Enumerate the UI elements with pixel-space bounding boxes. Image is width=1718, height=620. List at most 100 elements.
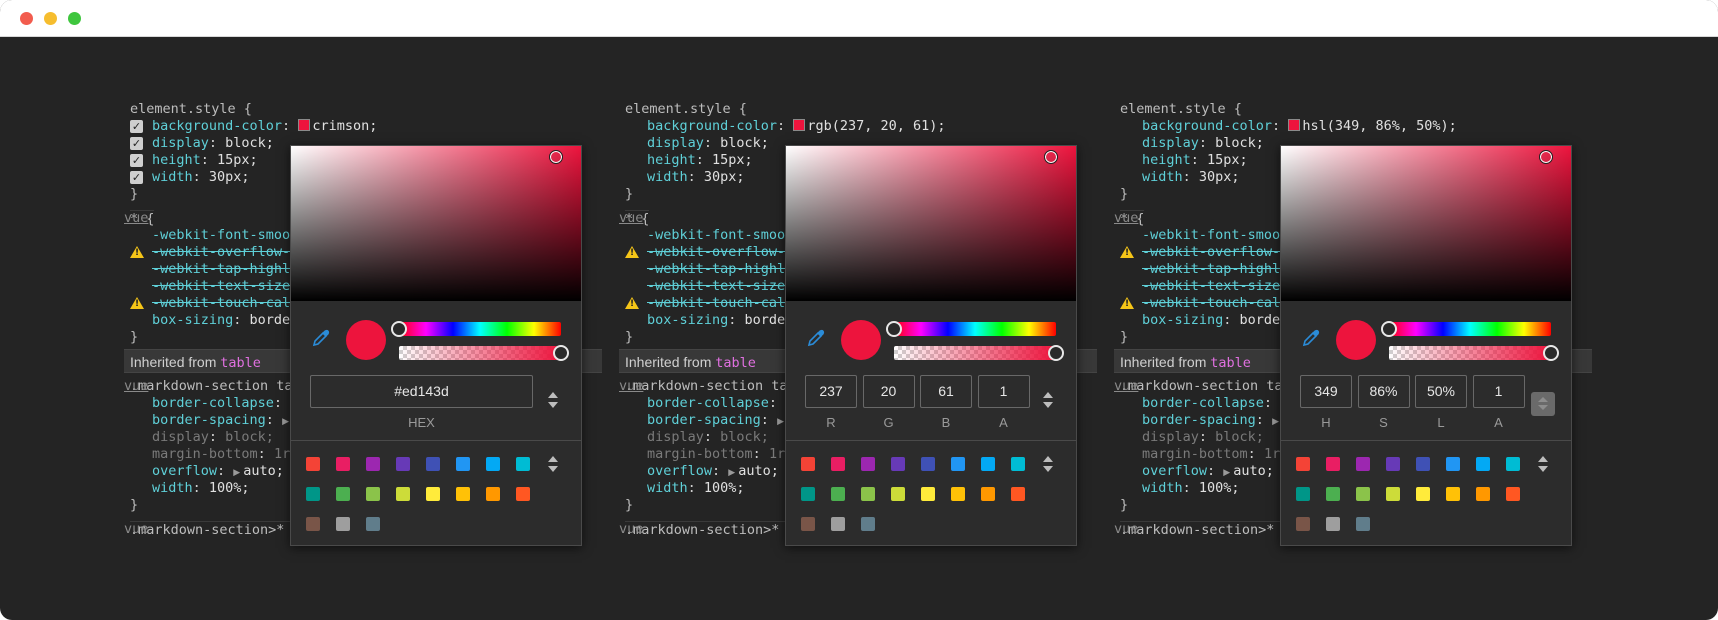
palette-swatch[interactable] <box>516 457 530 471</box>
saturation-spectrum[interactable] <box>1281 146 1571 301</box>
palette-swatch[interactable] <box>336 457 350 471</box>
hue-slider[interactable] <box>894 322 1056 336</box>
hex-input[interactable]: #ed143d <box>310 375 533 408</box>
saturation-spectrum[interactable] <box>786 146 1076 301</box>
palette-swatch[interactable] <box>366 457 380 471</box>
palette-swatch[interactable] <box>1326 457 1340 471</box>
palette-swatch[interactable] <box>861 457 875 471</box>
channel-input-b[interactable]: 61 <box>920 375 972 408</box>
palette-swatch[interactable] <box>1386 457 1400 471</box>
hue-slider-handle[interactable] <box>391 321 407 337</box>
palette-swatch[interactable] <box>951 487 965 501</box>
hue-slider-handle[interactable] <box>886 321 902 337</box>
palette-swatch[interactable] <box>1506 487 1520 501</box>
palette-swatch[interactable] <box>1386 487 1400 501</box>
palette-swatch[interactable] <box>306 457 320 471</box>
property-checkbox[interactable]: ✓ <box>130 120 143 133</box>
palette-stepper[interactable] <box>548 456 558 474</box>
palette-swatch[interactable] <box>336 517 350 531</box>
close-window-button[interactable] <box>20 12 33 25</box>
palette-swatch[interactable] <box>306 487 320 501</box>
hue-slider[interactable] <box>1389 322 1551 336</box>
alpha-slider-handle[interactable] <box>1543 345 1559 361</box>
palette-swatch[interactable] <box>366 487 380 501</box>
palette-swatch[interactable] <box>1506 457 1520 471</box>
palette-swatch[interactable] <box>1011 457 1025 471</box>
palette-swatch[interactable] <box>1296 457 1310 471</box>
palette-swatch[interactable] <box>306 517 320 531</box>
format-stepper[interactable] <box>548 392 558 410</box>
palette-swatch[interactable] <box>366 517 380 531</box>
palette-swatch[interactable] <box>336 487 350 501</box>
palette-swatch[interactable] <box>396 457 410 471</box>
palette-swatch[interactable] <box>1296 487 1310 501</box>
palette-stepper[interactable] <box>1043 456 1053 474</box>
palette-swatch[interactable] <box>1446 487 1460 501</box>
palette-swatch[interactable] <box>921 487 935 501</box>
palette-swatch[interactable] <box>861 487 875 501</box>
palette-swatch[interactable] <box>426 457 440 471</box>
color-swatch[interactable] <box>793 119 806 131</box>
palette-swatch[interactable] <box>831 487 845 501</box>
property-checkbox[interactable]: ✓ <box>130 154 143 167</box>
palette-swatch[interactable] <box>801 517 815 531</box>
hue-slider[interactable] <box>399 322 561 336</box>
format-stepper[interactable] <box>1043 392 1053 410</box>
color-swatch[interactable] <box>298 119 311 131</box>
eyedropper-icon[interactable] <box>1301 328 1321 348</box>
palette-swatch[interactable] <box>1476 457 1490 471</box>
alpha-slider[interactable] <box>399 346 561 360</box>
property-checkbox[interactable]: ✓ <box>130 137 143 150</box>
saturation-spectrum[interactable] <box>291 146 581 301</box>
palette-swatch[interactable] <box>921 457 935 471</box>
minimize-window-button[interactable] <box>44 12 57 25</box>
alpha-slider-handle[interactable] <box>553 345 569 361</box>
alpha-slider[interactable] <box>1389 346 1551 360</box>
palette-swatch[interactable] <box>951 457 965 471</box>
palette-swatch[interactable] <box>1296 517 1310 531</box>
spectrum-handle[interactable] <box>1539 150 1553 164</box>
palette-swatch[interactable] <box>831 517 845 531</box>
palette-swatch[interactable] <box>456 487 470 501</box>
alpha-slider-handle[interactable] <box>1048 345 1064 361</box>
eyedropper-icon[interactable] <box>311 328 331 348</box>
palette-swatch[interactable] <box>981 487 995 501</box>
expand-triangle-icon[interactable]: ▶ <box>1272 414 1279 431</box>
palette-swatch[interactable] <box>1446 457 1460 471</box>
palette-swatch[interactable] <box>891 487 905 501</box>
zoom-window-button[interactable] <box>68 12 81 25</box>
palette-swatch[interactable] <box>1356 517 1370 531</box>
palette-swatch[interactable] <box>486 457 500 471</box>
property-checkbox[interactable]: ✓ <box>130 171 143 184</box>
palette-swatch[interactable] <box>456 457 470 471</box>
palette-swatch[interactable] <box>831 457 845 471</box>
channel-input-g[interactable]: 20 <box>862 375 915 408</box>
channel-input-r[interactable]: 237 <box>805 375 857 408</box>
palette-swatch[interactable] <box>801 457 815 471</box>
palette-swatch[interactable] <box>516 487 530 501</box>
hue-slider-handle[interactable] <box>1381 321 1397 337</box>
channel-input-s[interactable]: 86% <box>1357 375 1410 408</box>
palette-swatch[interactable] <box>1326 517 1340 531</box>
palette-stepper[interactable] <box>1538 456 1548 474</box>
palette-swatch[interactable] <box>1356 457 1370 471</box>
palette-swatch[interactable] <box>1416 487 1430 501</box>
palette-swatch[interactable] <box>396 487 410 501</box>
expand-triangle-icon[interactable]: ▶ <box>777 414 784 431</box>
palette-swatch[interactable] <box>801 487 815 501</box>
format-stepper[interactable] <box>1531 392 1555 416</box>
palette-swatch[interactable] <box>891 457 905 471</box>
palette-swatch[interactable] <box>1416 457 1430 471</box>
channel-input-h[interactable]: 349 <box>1300 375 1352 408</box>
eyedropper-icon[interactable] <box>806 328 826 348</box>
palette-swatch[interactable] <box>1326 487 1340 501</box>
palette-swatch[interactable] <box>1011 487 1025 501</box>
spectrum-handle[interactable] <box>549 150 563 164</box>
palette-swatch[interactable] <box>1356 487 1370 501</box>
palette-swatch[interactable] <box>1476 487 1490 501</box>
spectrum-handle[interactable] <box>1044 150 1058 164</box>
channel-input-a[interactable]: 1 <box>977 375 1030 408</box>
channel-input-a[interactable]: 1 <box>1472 375 1525 408</box>
palette-swatch[interactable] <box>861 517 875 531</box>
expand-triangle-icon[interactable]: ▶ <box>282 414 289 431</box>
